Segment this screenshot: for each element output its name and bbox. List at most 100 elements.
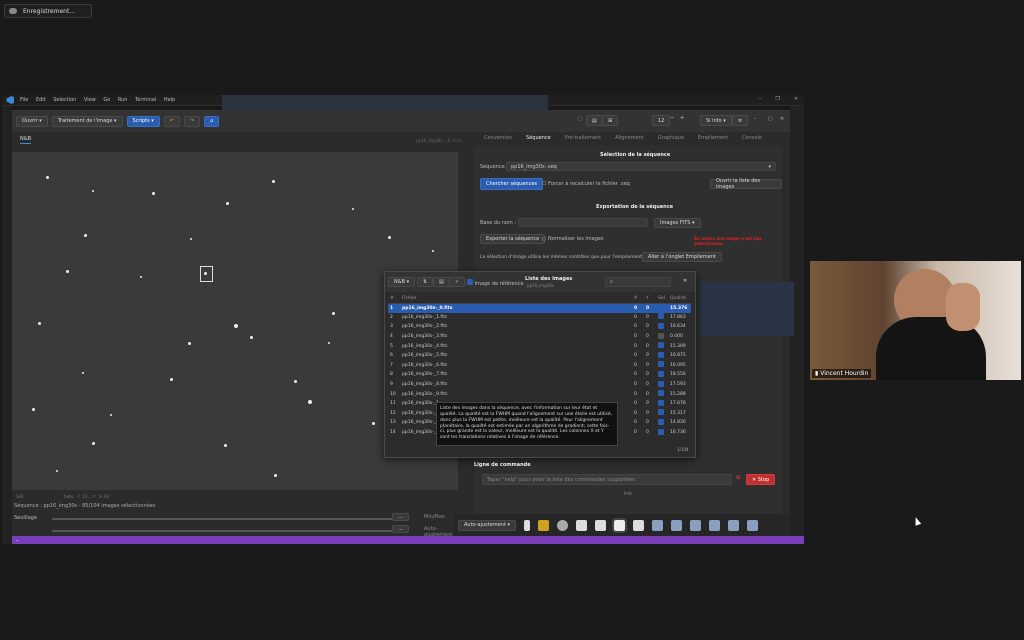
processing-menu-button[interactable]: Traitement de l'image ▾	[51, 115, 123, 127]
color-icon[interactable]	[537, 519, 549, 531]
maximize-icon[interactable]: ❐	[775, 96, 779, 102]
cell-sel[interactable]	[656, 418, 668, 428]
tab-conversion[interactable]: Conversion	[484, 135, 512, 141]
col-file[interactable]: Fichier	[400, 295, 632, 304]
table-row[interactable]: 4 pp16_img30s-_3.fits 0 0 0.000	[388, 332, 691, 342]
select-checkbox-icon[interactable]	[658, 428, 664, 435]
zoom-out-icon[interactable]: −	[670, 115, 674, 121]
view-1-icon[interactable]	[575, 519, 587, 531]
recording-indicator[interactable]: Enregistrement...	[4, 4, 92, 18]
cell-sel[interactable]	[656, 313, 668, 323]
select-checkbox-icon[interactable]	[658, 370, 664, 377]
cell-sel[interactable]	[656, 370, 668, 380]
table-row[interactable]: 5 pp16_img30s-_4.fits 0 0 15.309	[388, 341, 691, 351]
dialog-close-icon[interactable]: ✕	[683, 278, 687, 284]
zoom-in-icon[interactable]: +	[680, 115, 684, 121]
search-sequences-button[interactable]: Chercher séquences	[480, 178, 544, 190]
cell-sel[interactable]	[656, 332, 668, 342]
select-checkbox-icon[interactable]	[658, 409, 664, 416]
cell-sel[interactable]	[656, 409, 668, 419]
cell-sel[interactable]	[656, 351, 668, 361]
dialog-search-input[interactable]: ⌕	[605, 277, 671, 287]
select-checkbox-icon[interactable]	[658, 313, 664, 320]
high-value[interactable]: …	[392, 513, 409, 521]
cell-sel[interactable]	[656, 380, 668, 390]
chart-icon[interactable]	[727, 519, 739, 531]
open-button[interactable]: Ouvrir ▾	[16, 115, 48, 127]
export-sequence-button[interactable]: Exporter la séquence	[480, 234, 546, 244]
redo-icon[interactable]: ↷	[183, 115, 201, 127]
cell-sel[interactable]	[656, 303, 668, 313]
high-slider[interactable]	[52, 518, 392, 520]
normalize-checkbox[interactable]: ○ Normaliser les images	[542, 236, 604, 242]
goto-stacking-button[interactable]: Aller à l'onglet Empilement	[642, 252, 722, 262]
tab-preprocessing[interactable]: Pré-traitement	[565, 135, 601, 141]
select-checkbox-icon[interactable]	[658, 390, 664, 397]
col-x[interactable]: X	[632, 295, 644, 304]
remote-icon[interactable]: ⌁	[16, 538, 18, 543]
scripts-button[interactable]: Scripts ▾	[126, 115, 160, 127]
tab-plot[interactable]: Graphique	[658, 135, 684, 141]
cell-sel[interactable]	[656, 322, 668, 332]
select-checkbox-icon[interactable]	[658, 332, 664, 339]
clear-command-icon[interactable]: ⊠	[736, 475, 740, 481]
menu-terminal[interactable]: Terminal	[135, 97, 156, 103]
hamburger-menu-icon[interactable]: ≡	[732, 115, 749, 126]
siril-close-icon[interactable]: ✕	[780, 116, 784, 122]
zoom-fit-icon[interactable]: ⊞	[602, 115, 619, 126]
base-name-input[interactable]	[518, 218, 648, 227]
cell-sel[interactable]	[656, 361, 668, 371]
display-mode-icon[interactable]: ▤	[586, 115, 603, 126]
siril-minimize-icon[interactable]: –	[754, 116, 757, 122]
siril-maximize-icon[interactable]: ▢	[768, 116, 773, 122]
col-y[interactable]: Y	[644, 295, 656, 304]
photometry-icon[interactable]	[556, 519, 568, 531]
info-dropdown[interactable]: Si Info ▾	[700, 115, 732, 126]
table-row[interactable]: 10 pp16_img30s-_9.fits 0 0 15.288	[388, 389, 691, 399]
menu-go[interactable]: Go	[103, 97, 110, 103]
close-icon[interactable]: ✕	[794, 96, 798, 102]
select-checkbox-icon[interactable]	[658, 342, 664, 349]
menu-help[interactable]: Help	[164, 97, 175, 103]
menu-view[interactable]: View	[84, 97, 96, 103]
balance-icon[interactable]	[708, 519, 720, 531]
table-row[interactable]: 2 pp16_img30s-_1.fits 0 0 17.863	[388, 313, 691, 323]
channel-dropdown[interactable]: N&B ▾	[388, 277, 416, 287]
select-checkbox-icon[interactable]	[658, 361, 664, 368]
selection-rectangle[interactable]	[200, 266, 213, 282]
menu-run[interactable]: Run	[118, 97, 128, 103]
select-checkbox-icon[interactable]	[658, 399, 664, 406]
check-icon[interactable]: ✓	[449, 277, 466, 287]
table-row[interactable]: 3 pp16_img30s-_2.fits 0 0 16.634	[388, 322, 691, 332]
view-3-icon[interactable]	[611, 517, 627, 533]
minmax-option[interactable]: Min/Max	[424, 514, 445, 520]
zoom-value[interactable]: 12	[652, 115, 671, 126]
format-dropdown[interactable]: Images FITS ▾	[654, 218, 701, 228]
table-row[interactable]: 9 pp16_img30s-_8.fits 0 0 17.593	[388, 380, 691, 390]
recalc-checkbox[interactable]: ☐ Forcer à recalculer le fichier .seq	[542, 181, 630, 187]
tab-console[interactable]: Console	[742, 135, 762, 141]
crosshair-icon[interactable]	[689, 519, 701, 531]
select-checkbox-icon[interactable]	[658, 351, 664, 358]
col-quality[interactable]: Qualité	[668, 295, 691, 304]
minimize-icon[interactable]: –	[759, 96, 762, 102]
stars-icon[interactable]	[670, 519, 682, 531]
select-checkbox-icon[interactable]	[658, 418, 664, 425]
cell-sel[interactable]	[656, 399, 668, 409]
reference-checkbox[interactable]: Image de référence	[467, 279, 524, 287]
undo-icon[interactable]: ↶	[163, 115, 180, 127]
table-row[interactable]: 6 pp16_img30s-_5.fits 0 0 16.875	[388, 351, 691, 361]
menu-selection[interactable]: Selection	[53, 97, 76, 103]
view-4-icon[interactable]	[632, 519, 644, 531]
cell-sel[interactable]	[656, 341, 668, 351]
tab-sequence[interactable]: Séquence	[526, 135, 551, 141]
table-row[interactable]: 7 pp16_img30s-_6.fits 0 0 16.095	[388, 361, 691, 371]
table-row[interactable]: 8 pp16_img30s-_7.fits 0 0 18.556	[388, 370, 691, 380]
tab-stacking[interactable]: Empilement	[698, 135, 728, 141]
siril-home-icon[interactable]: ⌂	[204, 115, 220, 127]
view-2-icon[interactable]	[594, 519, 606, 531]
astrometry-icon[interactable]	[651, 519, 663, 531]
low-value[interactable]: …	[392, 525, 409, 533]
low-slider[interactable]	[52, 530, 392, 532]
select-checkbox-icon[interactable]	[658, 304, 664, 311]
